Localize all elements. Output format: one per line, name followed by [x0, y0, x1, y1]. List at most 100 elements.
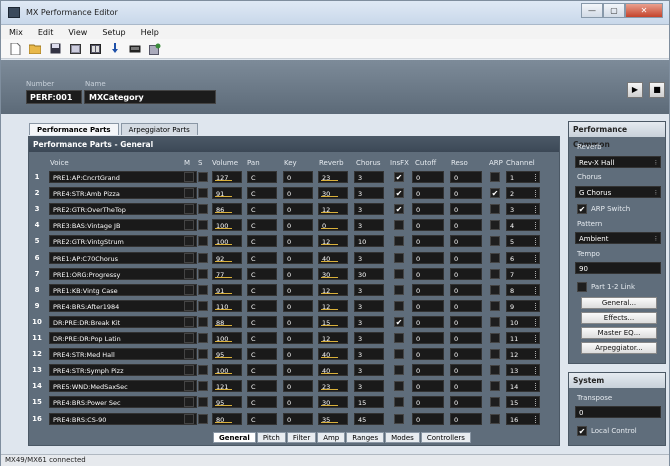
spinner-icon[interactable] — [535, 367, 538, 375]
volume-field[interactable]: 80 — [212, 412, 242, 425]
cutoff-field[interactable]: 0 — [412, 235, 444, 248]
channel-field[interactable]: 3 — [506, 203, 540, 216]
chorus-field[interactable]: 15 — [354, 396, 384, 409]
spinner-icon[interactable] — [535, 302, 538, 310]
subtab-controllers[interactable]: Controllers — [420, 432, 471, 443]
chorus-field[interactable]: 3 — [354, 348, 384, 361]
reverb-field[interactable]: 12 — [318, 283, 348, 296]
insfx-checkbox[interactable] — [394, 333, 404, 343]
play-button[interactable]: ▶ — [627, 82, 643, 98]
arp-checkbox[interactable] — [490, 220, 500, 231]
spinner-icon[interactable] — [535, 222, 538, 230]
s-checkbox[interactable] — [198, 220, 208, 231]
s-checkbox[interactable] — [198, 316, 208, 327]
spinner-icon[interactable] — [535, 190, 538, 198]
effects-button[interactable]: Effects... — [581, 312, 657, 324]
reverb-field[interactable]: 12 — [318, 235, 348, 248]
chorus-field[interactable]: 45 — [354, 412, 384, 425]
chorus-field[interactable]: 3 — [354, 283, 384, 296]
s-checkbox[interactable] — [198, 236, 208, 247]
chorus-field[interactable]: 30 — [354, 267, 384, 280]
cutoff-field[interactable]: 0 — [412, 396, 444, 409]
voice-field[interactable]: PRE1:AP:C70Chorus — [49, 251, 197, 264]
arp-checkbox[interactable] — [490, 284, 500, 295]
chorus-field[interactable]: 3 — [354, 380, 384, 393]
reso-field[interactable]: 0 — [450, 219, 482, 232]
voice-field[interactable]: PRE5:WND:MedSaxSec — [49, 380, 197, 393]
reso-field[interactable]: 0 — [450, 283, 482, 296]
m-checkbox[interactable] — [184, 284, 194, 295]
keyboard-icon[interactable] — [129, 43, 141, 55]
spinner-icon[interactable] — [535, 238, 538, 246]
s-checkbox[interactable] — [198, 381, 208, 392]
cutoff-field[interactable]: 0 — [412, 299, 444, 312]
spinner-icon[interactable] — [535, 335, 538, 342]
reverb-field[interactable]: 40 — [318, 364, 348, 377]
volume-field[interactable]: 88 — [212, 315, 242, 328]
channel-field[interactable]: 11 — [506, 332, 540, 344]
s-checkbox[interactable] — [198, 252, 208, 263]
s-checkbox[interactable] — [198, 397, 208, 408]
volume-field[interactable]: 100 — [212, 219, 242, 232]
grid-icon[interactable] — [69, 43, 81, 55]
spinner-icon[interactable] — [535, 206, 538, 214]
reso-field[interactable]: 0 — [450, 171, 482, 183]
m-checkbox[interactable] — [184, 333, 194, 343]
reverb-field[interactable]: 12 — [318, 332, 348, 344]
master-eq-button[interactable]: Master EQ... — [581, 327, 657, 339]
pan-field[interactable]: C — [247, 267, 277, 280]
tab-performance-parts[interactable]: Performance Parts — [29, 123, 119, 135]
spinner-icon[interactable] — [535, 351, 538, 359]
arp-checkbox[interactable] — [490, 381, 500, 392]
download-icon[interactable] — [109, 43, 121, 55]
spinner-icon[interactable] — [535, 318, 538, 326]
cutoff-field[interactable]: 0 — [412, 187, 444, 200]
channel-field[interactable]: 7 — [506, 267, 540, 280]
m-checkbox[interactable] — [184, 413, 194, 424]
volume-field[interactable]: 95 — [212, 348, 242, 361]
minimize-button[interactable]: — — [581, 3, 603, 18]
chorus-field[interactable]: 3 — [354, 332, 384, 344]
arp-checkbox[interactable] — [490, 268, 500, 279]
reverb-field[interactable]: 23 — [318, 380, 348, 393]
chorus-field[interactable]: 3 — [354, 219, 384, 232]
subtab-modes[interactable]: Modes — [385, 432, 420, 443]
key-field[interactable]: 0 — [283, 332, 313, 344]
pan-field[interactable]: C — [247, 235, 277, 248]
reverb-field[interactable]: 30 — [318, 267, 348, 280]
insfx-checkbox[interactable] — [394, 397, 404, 408]
key-field[interactable]: 0 — [283, 299, 313, 312]
voice-field[interactable]: PRE1:KB:Vintg Case — [49, 283, 197, 296]
arp-checkbox[interactable] — [490, 349, 500, 360]
key-field[interactable]: 0 — [283, 348, 313, 361]
insfx-checkbox[interactable] — [394, 252, 404, 263]
chorus-select[interactable]: G Chorus ⁝ — [575, 186, 661, 198]
pan-field[interactable]: C — [247, 219, 277, 232]
open-icon[interactable] — [29, 43, 41, 55]
key-field[interactable]: 0 — [283, 235, 313, 248]
reverb-field[interactable]: 35 — [318, 412, 348, 425]
chorus-field[interactable]: 10 — [354, 235, 384, 248]
subtab-pitch[interactable]: Pitch — [256, 432, 286, 443]
chorus-field[interactable]: 3 — [354, 251, 384, 264]
channel-field[interactable]: 15 — [506, 396, 540, 409]
reso-field[interactable]: 0 — [450, 299, 482, 312]
insfx-checkbox[interactable] — [394, 381, 404, 392]
menu-view[interactable]: View — [68, 28, 87, 37]
channel-field[interactable]: 16 — [506, 412, 540, 425]
pan-field[interactable]: C — [247, 380, 277, 393]
m-checkbox[interactable] — [184, 172, 194, 182]
cutoff-field[interactable]: 0 — [412, 171, 444, 183]
arp-checkbox[interactable] — [490, 333, 500, 343]
volume-field[interactable]: 100 — [212, 235, 242, 248]
arp-checkbox[interactable] — [490, 300, 500, 311]
cutoff-field[interactable]: 0 — [412, 283, 444, 296]
cutoff-field[interactable]: 0 — [412, 203, 444, 216]
reverb-field[interactable]: 30 — [318, 396, 348, 409]
s-checkbox[interactable] — [198, 333, 208, 343]
m-checkbox[interactable] — [184, 349, 194, 360]
reso-field[interactable]: 0 — [450, 380, 482, 393]
pan-field[interactable]: C — [247, 364, 277, 377]
reso-field[interactable]: 0 — [450, 251, 482, 264]
m-checkbox[interactable] — [184, 300, 194, 311]
